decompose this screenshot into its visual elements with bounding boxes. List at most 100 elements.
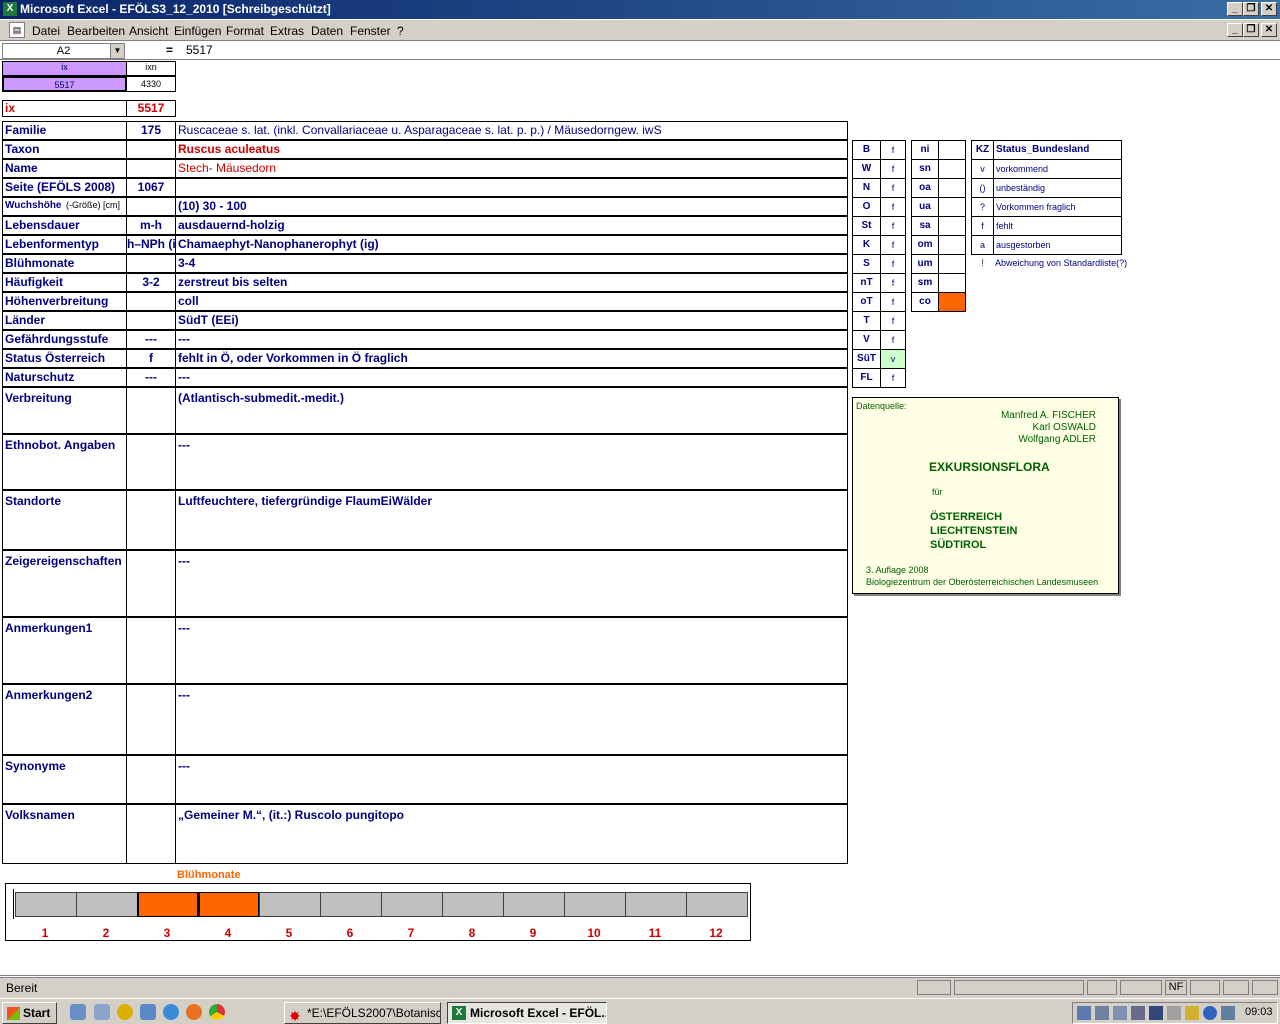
tray-icon[interactable] <box>1113 1006 1127 1020</box>
row-value[interactable]: Chamaephyt-Nanophanerophyt (ig) <box>175 235 848 254</box>
tray-icon[interactable] <box>1131 1006 1145 1020</box>
firefox-icon[interactable] <box>186 1004 202 1020</box>
menu-extras[interactable]: Extras <box>270 24 304 38</box>
chevron-down-icon[interactable]: ▼ <box>110 44 124 58</box>
row-code[interactable] <box>126 550 176 617</box>
network-icon[interactable] <box>140 1004 156 1020</box>
row-code[interactable]: --- <box>126 368 176 387</box>
menu-ansicht[interactable]: Ansicht <box>129 24 168 38</box>
row-value[interactable]: zerstreut bis selten <box>175 273 848 292</box>
restore-button[interactable]: ❐ <box>1243 2 1259 16</box>
state-status[interactable]: f <box>880 311 906 331</box>
minimize-button[interactable]: _ <box>1227 2 1243 16</box>
row-value[interactable]: (Atlantisch-submedit.-medit.) <box>175 387 848 434</box>
zone-status[interactable] <box>938 178 966 198</box>
zone-status[interactable] <box>938 197 966 217</box>
workbook-icon[interactable]: ▤ <box>9 22 25 38</box>
internet-explorer-icon[interactable] <box>163 1004 179 1020</box>
excel-app-icon[interactable]: X <box>3 2 17 16</box>
row-value[interactable]: SüdT (EEi) <box>175 311 848 330</box>
tray-icon[interactable] <box>1095 1006 1109 1020</box>
chrome-icon[interactable] <box>209 1004 225 1020</box>
tray-icon[interactable] <box>1167 1006 1181 1020</box>
menu-einfuegen[interactable]: Einfügen <box>174 24 221 38</box>
tray-icon[interactable] <box>1221 1006 1235 1020</box>
tray-icon[interactable] <box>1077 1006 1091 1020</box>
row-code[interactable]: m-h <box>126 216 176 235</box>
row-value[interactable]: --- <box>175 755 848 804</box>
state-status[interactable]: v <box>880 349 906 369</box>
state-status[interactable]: f <box>880 235 906 255</box>
zone-status[interactable] <box>938 216 966 236</box>
zone-status[interactable] <box>938 235 966 255</box>
row-value[interactable]: „Gemeiner M.“, (it.:) Ruscolo pungitopo <box>175 804 848 864</box>
row-value[interactable]: coll <box>175 292 848 311</box>
row-code[interactable] <box>126 755 176 804</box>
row-code[interactable] <box>126 804 176 864</box>
state-status[interactable]: f <box>880 197 906 217</box>
row-code[interactable] <box>126 311 176 330</box>
menu-format[interactable]: Format <box>226 24 264 38</box>
state-status[interactable]: f <box>880 292 906 312</box>
menu-help[interactable]: ? <box>397 24 404 38</box>
ix-value[interactable]: 5517 <box>126 100 176 117</box>
media-player-icon[interactable] <box>117 1004 133 1020</box>
row-code[interactable] <box>126 140 176 159</box>
row-code[interactable] <box>126 684 176 755</box>
zone-status[interactable] <box>938 292 966 312</box>
row-code[interactable]: f <box>126 349 176 368</box>
state-status[interactable]: f <box>880 368 906 388</box>
row-code[interactable] <box>126 254 176 273</box>
row-value[interactable]: (10) 30 - 100 <box>175 197 848 216</box>
tray-icon[interactable] <box>1149 1006 1163 1020</box>
row-value[interactable]: --- <box>175 550 848 617</box>
start-button[interactable]: Start <box>2 1002 57 1024</box>
row-code[interactable]: h–NPh (ig) <box>126 235 176 254</box>
row-code[interactable] <box>126 617 176 684</box>
row-code[interactable]: 3-2 <box>126 273 176 292</box>
row-value[interactable]: Ruscus aculeatus <box>175 140 848 159</box>
state-status[interactable]: f <box>880 216 906 236</box>
state-status[interactable]: f <box>880 178 906 198</box>
tray-icon[interactable] <box>1185 1006 1199 1020</box>
ixn-value[interactable]: 4330 <box>126 76 176 92</box>
row-value[interactable]: 3-4 <box>175 254 848 273</box>
state-status[interactable]: f <box>880 254 906 274</box>
menu-daten[interactable]: Daten <box>311 24 343 38</box>
name-box[interactable]: A2 ▼ <box>2 43 125 59</box>
row-value[interactable] <box>175 178 848 197</box>
row-value[interactable]: Stech- Mäusedorn <box>175 159 848 178</box>
row-value[interactable]: --- <box>175 684 848 755</box>
formula-input[interactable]: 5517 <box>186 43 213 57</box>
ix-selected-cell[interactable]: 5517 <box>2 76 127 92</box>
info-icon[interactable] <box>1203 1006 1217 1020</box>
row-value[interactable]: --- <box>175 434 848 490</box>
row-value[interactable]: --- <box>175 330 848 349</box>
task-excel[interactable]: X Microsoft Excel - EFÖL... <box>447 1002 607 1024</box>
menu-datei[interactable]: Datei <box>32 24 60 38</box>
state-status[interactable]: f <box>880 159 906 179</box>
zone-status[interactable] <box>938 273 966 293</box>
zone-status[interactable] <box>938 159 966 179</box>
row-code[interactable] <box>126 490 176 550</box>
row-value[interactable]: Luftfeuchtere, tiefergründige FlaumEiWäl… <box>175 490 848 550</box>
row-code[interactable] <box>126 387 176 434</box>
row-code[interactable]: --- <box>126 330 176 349</box>
state-status[interactable]: f <box>880 273 906 293</box>
row-code[interactable] <box>126 197 176 216</box>
zone-status[interactable] <box>938 140 966 160</box>
row-code[interactable] <box>126 159 176 178</box>
desktop-icon[interactable] <box>70 1004 86 1020</box>
row-value[interactable]: Ruscaceae s. lat. (inkl. Convallariaceae… <box>175 121 848 140</box>
zone-status[interactable] <box>938 254 966 274</box>
row-value[interactable]: ausdauernd-holzig <box>175 216 848 235</box>
doc-minimize-button[interactable]: _ <box>1227 23 1243 37</box>
row-value[interactable]: fehlt in Ö, oder Vorkommen in Ö fraglich <box>175 349 848 368</box>
task-botanisc[interactable]: ✸ *E:\EFÖLS2007\Botanisc... <box>284 1002 441 1024</box>
state-status[interactable]: f <box>880 330 906 350</box>
row-value[interactable]: --- <box>175 617 848 684</box>
row-code[interactable]: 175 <box>126 121 176 140</box>
doc-restore-button[interactable]: ❐ <box>1243 23 1259 37</box>
state-status[interactable]: f <box>880 140 906 160</box>
explorer-icon[interactable] <box>94 1004 110 1020</box>
